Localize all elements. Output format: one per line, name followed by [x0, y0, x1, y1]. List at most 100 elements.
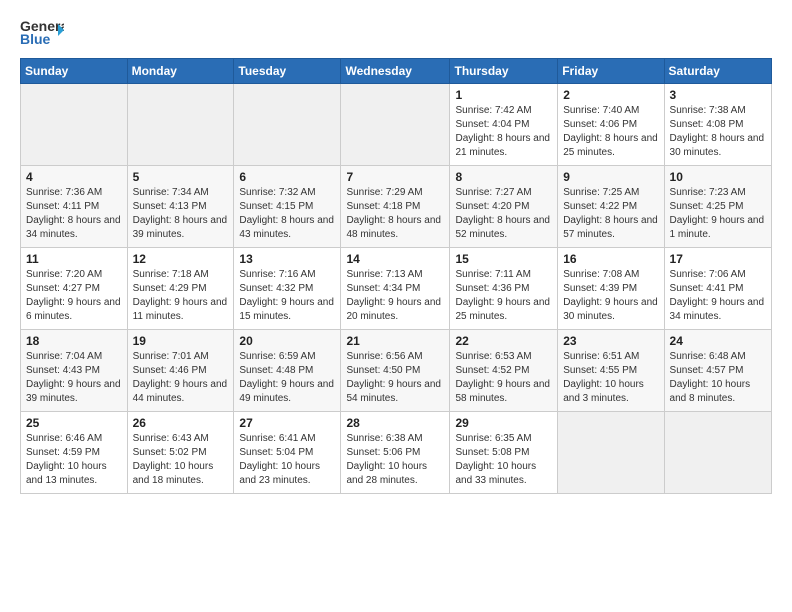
- logo-area: General Blue: [20, 16, 64, 48]
- day-info: Sunrise: 6:59 AMSunset: 4:48 PMDaylight:…: [239, 350, 335, 406]
- day-info: Sunrise: 7:40 AMSunset: 4:06 PMDaylight:…: [563, 104, 658, 160]
- day-number: 28: [346, 416, 444, 430]
- weekday-header-friday: Friday: [558, 59, 664, 84]
- day-number: 6: [239, 170, 335, 184]
- day-info: Sunrise: 7:11 AMSunset: 4:36 PMDaylight:…: [455, 268, 552, 324]
- day-info: Sunrise: 7:04 AMSunset: 4:43 PMDaylight:…: [26, 350, 122, 406]
- calendar-cell: [21, 84, 128, 166]
- calendar-week-row: 18 Sunrise: 7:04 AMSunset: 4:43 PMDayligh…: [21, 330, 772, 412]
- calendar-cell: 16 Sunrise: 7:08 AMSunset: 4:39 PMDayligh…: [558, 248, 664, 330]
- day-info: Sunrise: 7:20 AMSunset: 4:27 PMDaylight:…: [26, 268, 122, 324]
- calendar-cell: 13 Sunrise: 7:16 AMSunset: 4:32 PMDayligh…: [234, 248, 341, 330]
- day-number: 3: [670, 88, 766, 102]
- day-number: 27: [239, 416, 335, 430]
- day-info: Sunrise: 7:08 AMSunset: 4:39 PMDaylight:…: [563, 268, 658, 324]
- day-number: 22: [455, 334, 552, 348]
- calendar-cell: 2 Sunrise: 7:40 AMSunset: 4:06 PMDaylight…: [558, 84, 664, 166]
- calendar-cell: 22Sunrise: 6:53 AMSunset: 4:52 PMDayligh…: [450, 330, 558, 412]
- day-number: 15: [455, 252, 552, 266]
- calendar-cell: 11Sunrise: 7:20 AMSunset: 4:27 PMDayligh…: [21, 248, 128, 330]
- calendar-cell: [341, 84, 450, 166]
- day-info: Sunrise: 7:29 AMSunset: 4:18 PMDaylight:…: [346, 186, 444, 242]
- day-number: 1: [455, 88, 552, 102]
- calendar-cell: 7 Sunrise: 7:29 AMSunset: 4:18 PMDaylight…: [341, 166, 450, 248]
- calendar-cell: [558, 412, 664, 494]
- calendar-cell: 24 Sunrise: 6:48 AMSunset: 4:57 PMDayligh…: [664, 330, 771, 412]
- day-number: 8: [455, 170, 552, 184]
- day-number: 7: [346, 170, 444, 184]
- day-number: 25: [26, 416, 122, 430]
- calendar-cell: 5Sunrise: 7:34 AMSunset: 4:13 PMDaylight…: [127, 166, 234, 248]
- calendar-cell: 26 Sunrise: 6:43 AMSunset: 5:02 PMDayligh…: [127, 412, 234, 494]
- day-info: Sunrise: 7:23 AMSunset: 4:25 PMDaylight:…: [670, 186, 766, 242]
- svg-text:Blue: Blue: [20, 31, 51, 47]
- weekday-header-sunday: Sunday: [21, 59, 128, 84]
- day-info: Sunrise: 6:38 AMSunset: 5:06 PMDaylight:…: [346, 432, 444, 488]
- header: General Blue: [20, 16, 772, 48]
- day-info: Sunrise: 7:32 AMSunset: 4:15 PMDaylight:…: [239, 186, 335, 242]
- day-info: Sunrise: 6:46 AMSunset: 4:59 PMDaylight:…: [26, 432, 122, 488]
- calendar-cell: 27 Sunrise: 6:41 AMSunset: 5:04 PMDayligh…: [234, 412, 341, 494]
- calendar-cell: 20 Sunrise: 6:59 AMSunset: 4:48 PMDayligh…: [234, 330, 341, 412]
- calendar-cell: [664, 412, 771, 494]
- day-info: Sunrise: 6:35 AMSunset: 5:08 PMDaylight:…: [455, 432, 552, 488]
- day-number: 10: [670, 170, 766, 184]
- calendar-cell: 10 Sunrise: 7:23 AMSunset: 4:25 PMDayligh…: [664, 166, 771, 248]
- calendar-cell: 17 Sunrise: 7:06 AMSunset: 4:41 PMDayligh…: [664, 248, 771, 330]
- day-number: 9: [563, 170, 658, 184]
- day-number: 18: [26, 334, 122, 348]
- day-info: Sunrise: 6:48 AMSunset: 4:57 PMDaylight:…: [670, 350, 766, 406]
- weekday-header-row: SundayMondayTuesdayWednesdayThursdayFrid…: [21, 59, 772, 84]
- day-info: Sunrise: 7:38 AMSunset: 4:08 PMDaylight:…: [670, 104, 766, 160]
- day-number: 5: [133, 170, 229, 184]
- day-number: 21: [346, 334, 444, 348]
- calendar-cell: 1 Sunrise: 7:42 AMSunset: 4:04 PMDaylight…: [450, 84, 558, 166]
- calendar-cell: 6 Sunrise: 7:32 AMSunset: 4:15 PMDaylight…: [234, 166, 341, 248]
- day-info: Sunrise: 6:51 AMSunset: 4:55 PMDaylight:…: [563, 350, 658, 406]
- calendar-cell: 15 Sunrise: 7:11 AMSunset: 4:36 PMDayligh…: [450, 248, 558, 330]
- day-number: 2: [563, 88, 658, 102]
- day-info: Sunrise: 7:16 AMSunset: 4:32 PMDaylight:…: [239, 268, 335, 324]
- logo-icon: General Blue: [20, 16, 64, 48]
- weekday-header-monday: Monday: [127, 59, 234, 84]
- day-info: Sunrise: 7:42 AMSunset: 4:04 PMDaylight:…: [455, 104, 552, 160]
- day-number: 24: [670, 334, 766, 348]
- day-number: 29: [455, 416, 552, 430]
- day-info: Sunrise: 7:01 AMSunset: 4:46 PMDaylight:…: [133, 350, 229, 406]
- calendar-week-row: 11Sunrise: 7:20 AMSunset: 4:27 PMDayligh…: [21, 248, 772, 330]
- day-number: 12: [133, 252, 229, 266]
- calendar-cell: 25 Sunrise: 6:46 AMSunset: 4:59 PMDayligh…: [21, 412, 128, 494]
- day-number: 26: [133, 416, 229, 430]
- day-number: 4: [26, 170, 122, 184]
- calendar-cell: [234, 84, 341, 166]
- weekday-header-saturday: Saturday: [664, 59, 771, 84]
- weekday-header-thursday: Thursday: [450, 59, 558, 84]
- calendar-cell: 12 Sunrise: 7:18 AMSunset: 4:29 PMDayligh…: [127, 248, 234, 330]
- day-info: Sunrise: 7:18 AMSunset: 4:29 PMDaylight:…: [133, 268, 229, 324]
- calendar-cell: 9 Sunrise: 7:25 AMSunset: 4:22 PMDaylight…: [558, 166, 664, 248]
- day-info: Sunrise: 7:25 AMSunset: 4:22 PMDaylight:…: [563, 186, 658, 242]
- calendar-cell: 23Sunrise: 6:51 AMSunset: 4:55 PMDayligh…: [558, 330, 664, 412]
- calendar-week-row: 25 Sunrise: 6:46 AMSunset: 4:59 PMDayligh…: [21, 412, 772, 494]
- day-number: 13: [239, 252, 335, 266]
- day-info: Sunrise: 6:41 AMSunset: 5:04 PMDaylight:…: [239, 432, 335, 488]
- logo: General Blue: [20, 16, 64, 48]
- page: General Blue SundayMondayTuesdayWednesda…: [0, 0, 792, 612]
- calendar-week-row: 1 Sunrise: 7:42 AMSunset: 4:04 PMDaylight…: [21, 84, 772, 166]
- day-number: 17: [670, 252, 766, 266]
- calendar-cell: 3 Sunrise: 7:38 AMSunset: 4:08 PMDaylight…: [664, 84, 771, 166]
- day-number: 20: [239, 334, 335, 348]
- calendar-cell: 21 Sunrise: 6:56 AMSunset: 4:50 PMDayligh…: [341, 330, 450, 412]
- calendar-cell: [127, 84, 234, 166]
- weekday-header-tuesday: Tuesday: [234, 59, 341, 84]
- day-number: 16: [563, 252, 658, 266]
- calendar-cell: 29 Sunrise: 6:35 AMSunset: 5:08 PMDayligh…: [450, 412, 558, 494]
- calendar-cell: 18 Sunrise: 7:04 AMSunset: 4:43 PMDayligh…: [21, 330, 128, 412]
- day-info: Sunrise: 6:56 AMSunset: 4:50 PMDaylight:…: [346, 350, 444, 406]
- calendar-table: SundayMondayTuesdayWednesdayThursdayFrid…: [20, 58, 772, 494]
- day-info: Sunrise: 7:27 AMSunset: 4:20 PMDaylight:…: [455, 186, 552, 242]
- day-number: 14: [346, 252, 444, 266]
- calendar-cell: 28 Sunrise: 6:38 AMSunset: 5:06 PMDayligh…: [341, 412, 450, 494]
- day-info: Sunrise: 7:06 AMSunset: 4:41 PMDaylight:…: [670, 268, 766, 324]
- day-info: Sunrise: 6:43 AMSunset: 5:02 PMDaylight:…: [133, 432, 229, 488]
